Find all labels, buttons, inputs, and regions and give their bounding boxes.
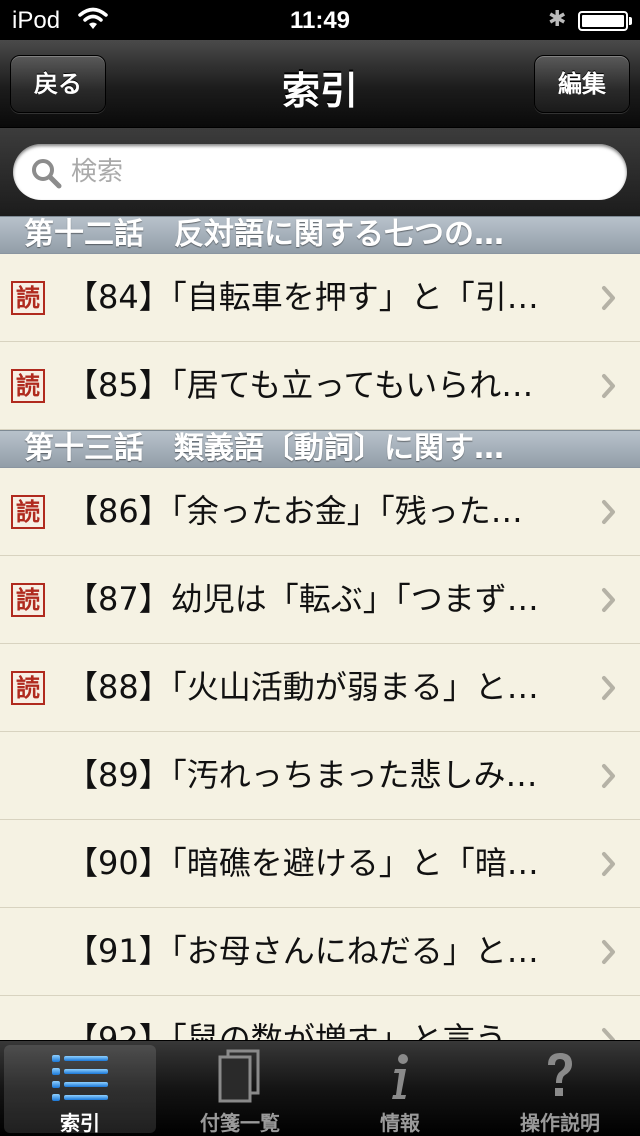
list-item-text: 【92】「鼠の数が増す」と言う… — [66, 1020, 539, 1040]
search-input[interactable] — [71, 152, 611, 192]
chevron-right-icon — [602, 764, 615, 788]
read-badge-icon: 読 — [11, 583, 45, 617]
list-item-text: 【84】「自転車を押す」と「引… — [66, 278, 539, 316]
list-item-text: 【91】「お母さんにねだる」と… — [66, 932, 539, 970]
tab-index[interactable]: 索引 — [4, 1045, 156, 1135]
list-item[interactable]: 読 【87】幼児は「転ぶ」「つまず… — [0, 556, 640, 644]
battery-icon — [578, 11, 632, 31]
notes-icon — [218, 1049, 260, 1103]
status-bar: iPod 11:49 ✱ — [0, 0, 640, 40]
list-item[interactable]: 【91】「お母さんにねだる」と… — [0, 908, 640, 996]
read-badge-icon: 読 — [11, 281, 45, 315]
tab-label: 付箋一覧 — [200, 1111, 280, 1135]
list-item[interactable]: 読 【85】「居ても立ってもいられ… — [0, 342, 640, 430]
section-header: 第十三話 類義語〔動詞〕に関す… — [0, 430, 640, 468]
list-icon — [52, 1055, 108, 1101]
list-item-text: 【87】幼児は「転ぶ」「つまず… — [66, 580, 539, 618]
list-item-text: 【86】「余ったお金」「残った… — [66, 492, 523, 530]
info-icon — [392, 1054, 408, 1099]
section-header: 第十二話 反対語に関する七つの… — [0, 216, 640, 254]
chevron-right-icon — [602, 286, 615, 310]
tab-bar: 索引 付箋一覧 情報 操作説明 — [0, 1040, 640, 1136]
list-item-text: 【90】「暗礁を避ける」と「暗… — [66, 844, 539, 882]
bluetooth-icon: ✱ — [548, 6, 567, 31]
tab-label: 索引 — [60, 1111, 100, 1135]
list-item[interactable]: 【92】「鼠の数が増す」と言う… — [0, 996, 640, 1040]
chevron-right-icon — [602, 676, 615, 700]
tab-label: 操作説明 — [520, 1111, 600, 1135]
list-item[interactable]: 読 【84】「自転車を押す」と「引… — [0, 254, 640, 342]
chevron-right-icon — [602, 940, 615, 964]
search-icon — [32, 159, 62, 189]
tab-info[interactable]: 情報 — [324, 1045, 476, 1135]
list-item-text: 【89】「汚れっちまった悲しみ… — [66, 756, 538, 794]
status-time: 11:49 — [289, 7, 351, 34]
index-list[interactable]: 第十二話 反対語に関する七つの… 読 【84】「自転車を押す」と「引… 読 【8… — [0, 216, 640, 1040]
list-item-text: 【85】「居ても立ってもいられ… — [66, 366, 534, 404]
list-item[interactable]: 【90】「暗礁を避ける」と「暗… — [0, 820, 640, 908]
tab-help[interactable]: 操作説明 — [484, 1045, 636, 1135]
chevron-right-icon — [602, 588, 615, 612]
chevron-right-icon — [602, 1028, 615, 1040]
chevron-right-icon — [602, 500, 615, 524]
chevron-right-icon — [602, 374, 615, 398]
read-badge-icon: 読 — [11, 671, 45, 705]
search-field[interactable] — [13, 144, 627, 200]
help-icon — [548, 1053, 572, 1096]
read-badge-icon: 読 — [11, 495, 45, 529]
search-bar — [0, 128, 640, 216]
navigation-bar: 戻る 索引 編集 — [0, 40, 640, 128]
list-item[interactable]: 読 【86】「余ったお金」「残った… — [0, 468, 640, 556]
tab-label: 情報 — [380, 1111, 420, 1135]
edit-button[interactable]: 編集 — [534, 55, 630, 113]
list-item-text: 【88】「火山活動が弱まる」と… — [66, 668, 539, 706]
chevron-right-icon — [602, 852, 615, 876]
tab-notes[interactable]: 付箋一覧 — [164, 1045, 316, 1135]
list-item[interactable]: 【89】「汚れっちまった悲しみ… — [0, 732, 640, 820]
read-badge-icon: 読 — [11, 369, 45, 403]
list-item[interactable]: 読 【88】「火山活動が弱まる」と… — [0, 644, 640, 732]
